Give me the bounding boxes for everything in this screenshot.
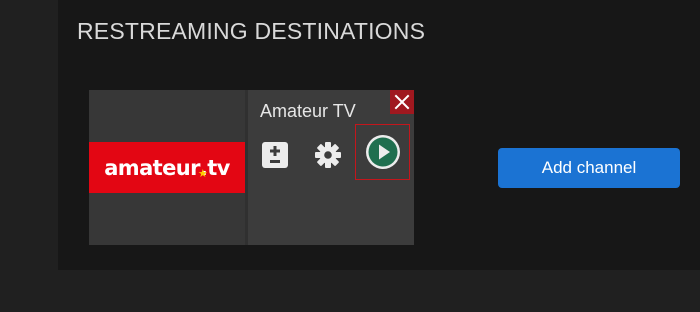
volume-adjust-button[interactable]	[258, 138, 292, 172]
logo-text: amateur★.tv	[104, 155, 230, 180]
channel-name: Amateur TV	[260, 101, 356, 121]
restream-page: RESTREAMING DESTINATIONS amateur★.tv Ama…	[0, 0, 700, 312]
section-title: RESTREAMING DESTINATIONS	[77, 18, 426, 44]
close-icon	[394, 94, 410, 110]
remove-channel-button[interactable]	[390, 90, 414, 114]
add-channel-button[interactable]: Add channel	[498, 148, 680, 188]
destination-card: amateur★.tv Amateur TV	[89, 90, 414, 245]
plus-minus-icon	[262, 142, 288, 168]
card-divider	[245, 90, 248, 245]
amateur-tv-logo: amateur★.tv	[89, 142, 245, 193]
play-icon	[365, 135, 400, 169]
channel-settings-button[interactable]	[311, 138, 345, 172]
channel-thumbnail: amateur★.tv	[89, 90, 245, 245]
gear-icon	[315, 142, 341, 168]
start-stream-button[interactable]	[355, 124, 410, 180]
